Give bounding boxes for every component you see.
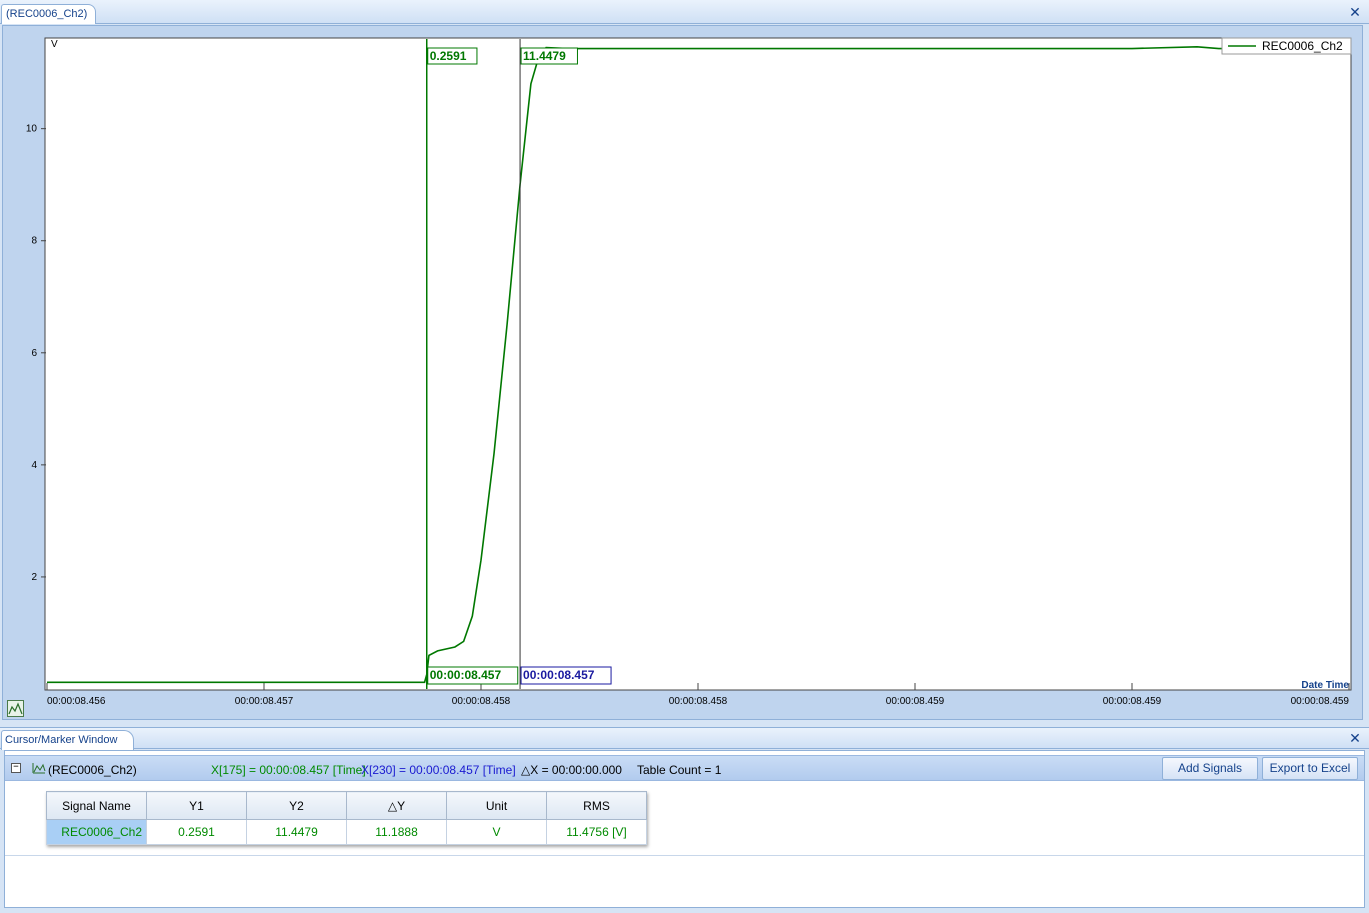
cursor-1-value-label: 0.2591 [430,49,467,63]
x-tick-label: 00:00:08.459 [1103,696,1162,707]
x-tick-label: 00:00:08.458 [452,696,511,707]
header-signal-name[interactable]: Signal Name [46,791,147,820]
cell-y2: 11.4479 [246,819,347,845]
signal-waveform-icon [32,763,46,774]
cursor-2-time-label: 00:00:08.457 [523,668,595,682]
x-axis-title: Date Time [1301,680,1349,691]
cursor-1-time-label: 00:00:08.457 [430,668,502,682]
y-tick-label: 8 [31,236,37,247]
y-tick-label: 6 [31,348,37,359]
signal-chart[interactable]: V 2 4 6 8 10 00:00:08.456 00:00:08.457 00:00:0… [3,26,1364,721]
cursor-info-bar: − (REC0006_Ch2) X[175] = 00:00:08.457 [T… [5,755,1364,781]
collapse-icon[interactable]: − [11,763,21,773]
cursor-x1-readout: X[175] = 00:00:08.457 [Time] [211,763,366,777]
header-y2[interactable]: Y2 [246,791,347,820]
cursor-x2-readout: X[230] = 00:00:08.457 [Time] [361,763,516,777]
chart-panel: V 2 4 6 8 10 00:00:08.456 00:00:08.457 00:00:0… [2,25,1363,720]
y-tick-label: 10 [26,124,38,135]
tab-cursor-marker-window[interactable]: Cursor/Marker Window [1,730,135,750]
cursor-2-value-label: 11.4479 [523,49,566,63]
chart-mode-icon[interactable] [7,700,24,717]
y-tick-label: 4 [31,460,37,471]
cursor-values-table: Signal Name Y1 Y2 △Y Unit RMS REC0006_Ch… [46,791,647,845]
close-document-icon[interactable]: ✕ [1348,6,1362,20]
cursor-window-tab-bar: Cursor/Marker Window ✕ [0,727,1369,750]
y-tick-label: 2 [31,572,37,583]
cell-y1: 0.2591 [146,819,247,845]
panel-divider [5,855,1364,856]
cursor-marker-panel: − (REC0006_Ch2) X[175] = 00:00:08.457 [T… [4,750,1365,908]
cell-rms: 11.4756 [V] [546,819,647,845]
x-tick-label: 00:00:08.459 [1291,696,1350,707]
x-tick-label: 00:00:08.457 [235,696,294,707]
close-cursor-window-icon[interactable]: ✕ [1348,732,1362,746]
header-y1[interactable]: Y1 [146,791,247,820]
x-tick-label: 00:00:08.459 [886,696,945,707]
signal-group-label: (REC0006_Ch2) [48,763,137,777]
header-delta-y[interactable]: △Y [346,791,447,820]
header-rms[interactable]: RMS [546,791,647,820]
add-signals-button[interactable]: Add Signals [1162,757,1258,780]
x-tick-label: 00:00:08.458 [669,696,728,707]
legend: REC0006_Ch2 [1221,37,1352,55]
cell-signal-name[interactable]: REC0006_Ch2 [46,819,147,845]
legend-entry: REC0006_Ch2 [1262,39,1343,53]
table-row[interactable]: REC0006_Ch2 0.2591 11.4479 11.1888 V 11.… [46,819,647,845]
cell-unit: V [446,819,547,845]
delta-x-readout: △X = 00:00:00.000 [521,763,622,777]
header-unit[interactable]: Unit [446,791,547,820]
x-tick-label: 00:00:08.456 [47,696,106,707]
export-to-excel-button[interactable]: Export to Excel [1262,757,1358,780]
y-axis-unit-label: V [51,39,58,50]
document-tab-bar: (REC0006_Ch2) ✕ [0,0,1369,24]
table-header-row: Signal Name Y1 Y2 △Y Unit RMS [46,791,647,820]
tab-rec0006-ch2[interactable]: (REC0006_Ch2) [1,4,97,24]
cell-delta-y: 11.1888 [346,819,447,845]
plot-area[interactable] [44,37,1352,691]
table-count-readout: Table Count = 1 [637,763,722,777]
